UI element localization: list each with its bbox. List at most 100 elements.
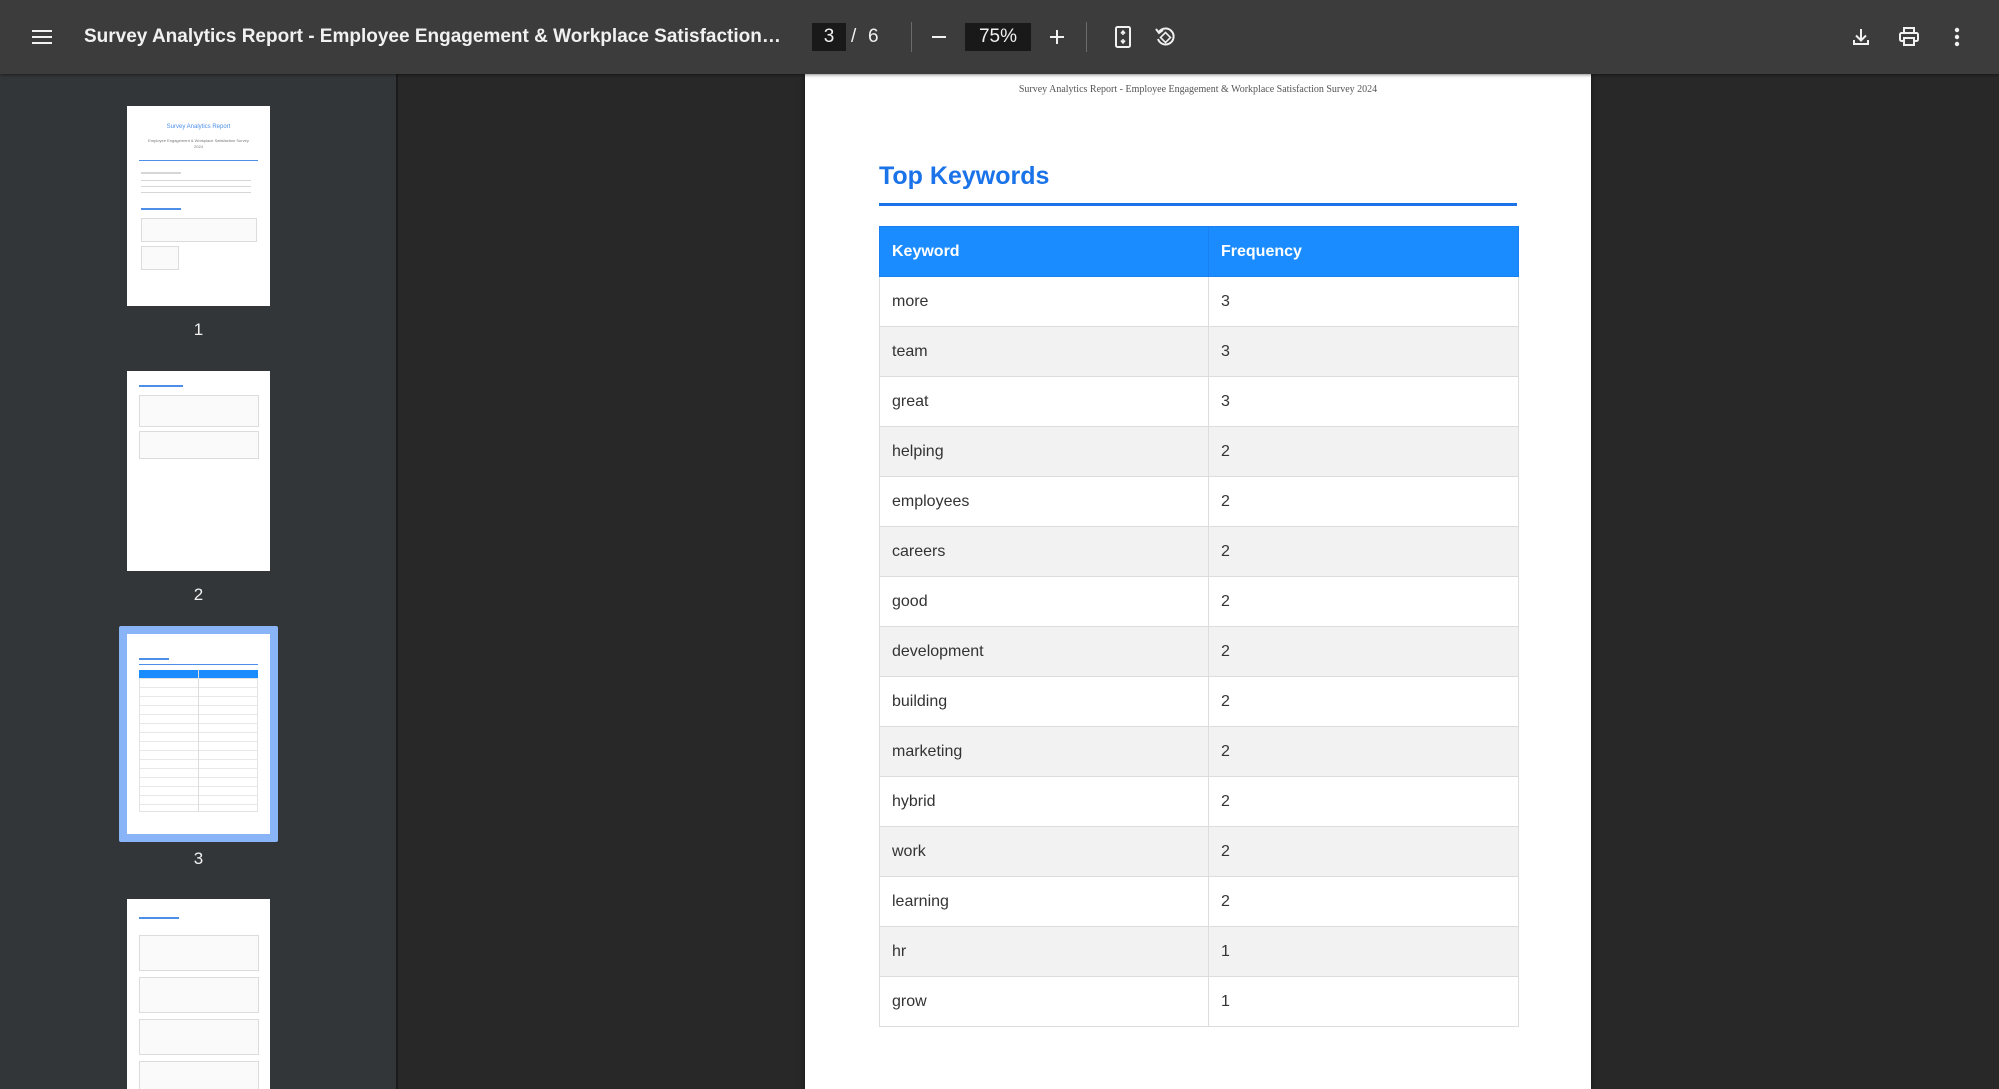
keyword-cell: employees xyxy=(879,476,1209,527)
thumb-summary-box xyxy=(139,431,259,459)
table-row: more 3 xyxy=(879,276,1519,327)
thumb-summary-box xyxy=(139,977,259,1013)
thumb-section-title xyxy=(141,208,181,210)
zoom-input[interactable] xyxy=(965,23,1031,51)
thumb-summary-box xyxy=(139,1061,259,1089)
keyword-cell: careers xyxy=(879,526,1209,577)
toolbar-divider xyxy=(911,22,912,52)
thumb-heading: Survey Analytics Report xyxy=(166,124,231,130)
table-row: marketing 2 xyxy=(879,726,1519,777)
page-thumbnail-1[interactable]: Survey Analytics Report Employee Engagem… xyxy=(127,106,270,306)
frequency-cell: 2 xyxy=(1208,826,1519,877)
frequency-cell: 2 xyxy=(1208,426,1519,477)
keyword-cell: helping xyxy=(879,426,1209,477)
table-row: helping 2 xyxy=(879,426,1519,477)
thumb-section-title xyxy=(139,917,179,919)
thumb-table-divider xyxy=(198,670,199,811)
more-vert-icon[interactable] xyxy=(1938,19,1976,55)
thumbnail-label: 3 xyxy=(193,849,204,868)
frequency-cell: 2 xyxy=(1208,526,1519,577)
thumb-text-line xyxy=(141,172,181,174)
page-separator: / xyxy=(851,26,857,47)
frequency-cell: 3 xyxy=(1208,326,1519,377)
thumb-summary-box xyxy=(141,246,179,270)
thumbnail-sidebar: Survey Analytics Report Employee Engagem… xyxy=(0,74,398,1089)
frequency-cell: 2 xyxy=(1208,626,1519,677)
zoom-out-icon[interactable] xyxy=(920,19,958,55)
page-header: Survey Analytics Report - Employee Engag… xyxy=(1018,84,1378,95)
thumbnail-label: 1 xyxy=(193,320,204,339)
pdf-viewer: Survey Analytics Report - Employee Engag… xyxy=(0,0,1999,1089)
table-row: careers 2 xyxy=(879,526,1519,577)
table-row: hybrid 2 xyxy=(879,776,1519,827)
fit-page-icon[interactable] xyxy=(1104,19,1142,55)
table-row: grow 1 xyxy=(879,976,1519,1027)
table-row: team 3 xyxy=(879,326,1519,377)
keyword-cell: hr xyxy=(879,926,1209,977)
keyword-cell: development xyxy=(879,626,1209,677)
page-thumbnail-4[interactable] xyxy=(127,899,270,1089)
table-row: employees 2 xyxy=(879,476,1519,527)
section-title-rule xyxy=(879,203,1517,206)
thumb-section-title xyxy=(139,385,183,387)
download-icon[interactable] xyxy=(1842,19,1880,55)
print-icon[interactable] xyxy=(1890,19,1928,55)
page-thumbnail-3[interactable] xyxy=(127,634,270,834)
frequency-cell: 1 xyxy=(1208,926,1519,977)
column-header-frequency: Frequency xyxy=(1208,226,1519,277)
table-header-row: Keyword Frequency xyxy=(879,226,1519,277)
keyword-cell: marketing xyxy=(879,726,1209,777)
thumb-text-line xyxy=(141,192,251,193)
page-number-input[interactable] xyxy=(812,23,846,51)
thumb-summary-box xyxy=(141,218,257,242)
keyword-cell: team xyxy=(879,326,1209,377)
frequency-cell: 3 xyxy=(1208,276,1519,327)
frequency-cell: 3 xyxy=(1208,376,1519,427)
thumb-summary-box xyxy=(139,395,259,427)
thumb-text-line xyxy=(141,180,251,181)
keyword-cell: building xyxy=(879,676,1209,727)
thumb-summary-box xyxy=(139,935,259,971)
table-row: good 2 xyxy=(879,576,1519,627)
rotate-icon[interactable] xyxy=(1146,19,1184,55)
frequency-cell: 2 xyxy=(1208,576,1519,627)
table-row: great 3 xyxy=(879,376,1519,427)
keyword-cell: learning xyxy=(879,876,1209,927)
keyword-cell: more xyxy=(879,276,1209,327)
keyword-cell: grow xyxy=(879,976,1209,1027)
toolbar: Survey Analytics Report - Employee Engag… xyxy=(0,0,1999,74)
frequency-cell: 2 xyxy=(1208,676,1519,727)
page-thumbnail-2[interactable] xyxy=(127,371,270,571)
table-row: learning 2 xyxy=(879,876,1519,927)
thumb-rule xyxy=(139,664,258,665)
document-title: Survey Analytics Report - Employee Engag… xyxy=(84,26,784,47)
frequency-cell: 2 xyxy=(1208,876,1519,927)
section-title: Top Keywords xyxy=(879,162,1050,190)
keywords-table: Keyword Frequency more 3 team 3 great 3 hel… xyxy=(879,226,1519,1027)
thumb-rule xyxy=(139,160,258,161)
thumb-summary-box xyxy=(139,1019,259,1055)
column-header-keyword: Keyword xyxy=(879,226,1209,277)
table-row: work 2 xyxy=(879,826,1519,877)
frequency-cell: 2 xyxy=(1208,776,1519,827)
frequency-cell: 1 xyxy=(1208,976,1519,1027)
keyword-cell: work xyxy=(879,826,1209,877)
zoom-in-icon[interactable] xyxy=(1038,19,1076,55)
toolbar-divider xyxy=(1086,22,1087,52)
keyword-cell: good xyxy=(879,576,1209,627)
pdf-page: Survey Analytics Report - Employee Engag… xyxy=(805,74,1591,1089)
page-count: 6 xyxy=(868,26,879,47)
table-row: building 2 xyxy=(879,676,1519,727)
table-row: hr 1 xyxy=(879,926,1519,977)
frequency-cell: 2 xyxy=(1208,726,1519,777)
document-area[interactable]: Survey Analytics Report - Employee Engag… xyxy=(398,74,1999,1089)
menu-icon[interactable] xyxy=(22,19,62,55)
thumb-section-title xyxy=(139,658,169,660)
frequency-cell: 2 xyxy=(1208,476,1519,527)
keyword-cell: great xyxy=(879,376,1209,427)
keyword-cell: hybrid xyxy=(879,776,1209,827)
thumb-text-line xyxy=(141,186,251,187)
thumb-subheading: Employee Engagement & Workplace Satisfac… xyxy=(148,138,249,149)
table-row: development 2 xyxy=(879,626,1519,677)
thumbnail-label: 2 xyxy=(193,585,204,604)
